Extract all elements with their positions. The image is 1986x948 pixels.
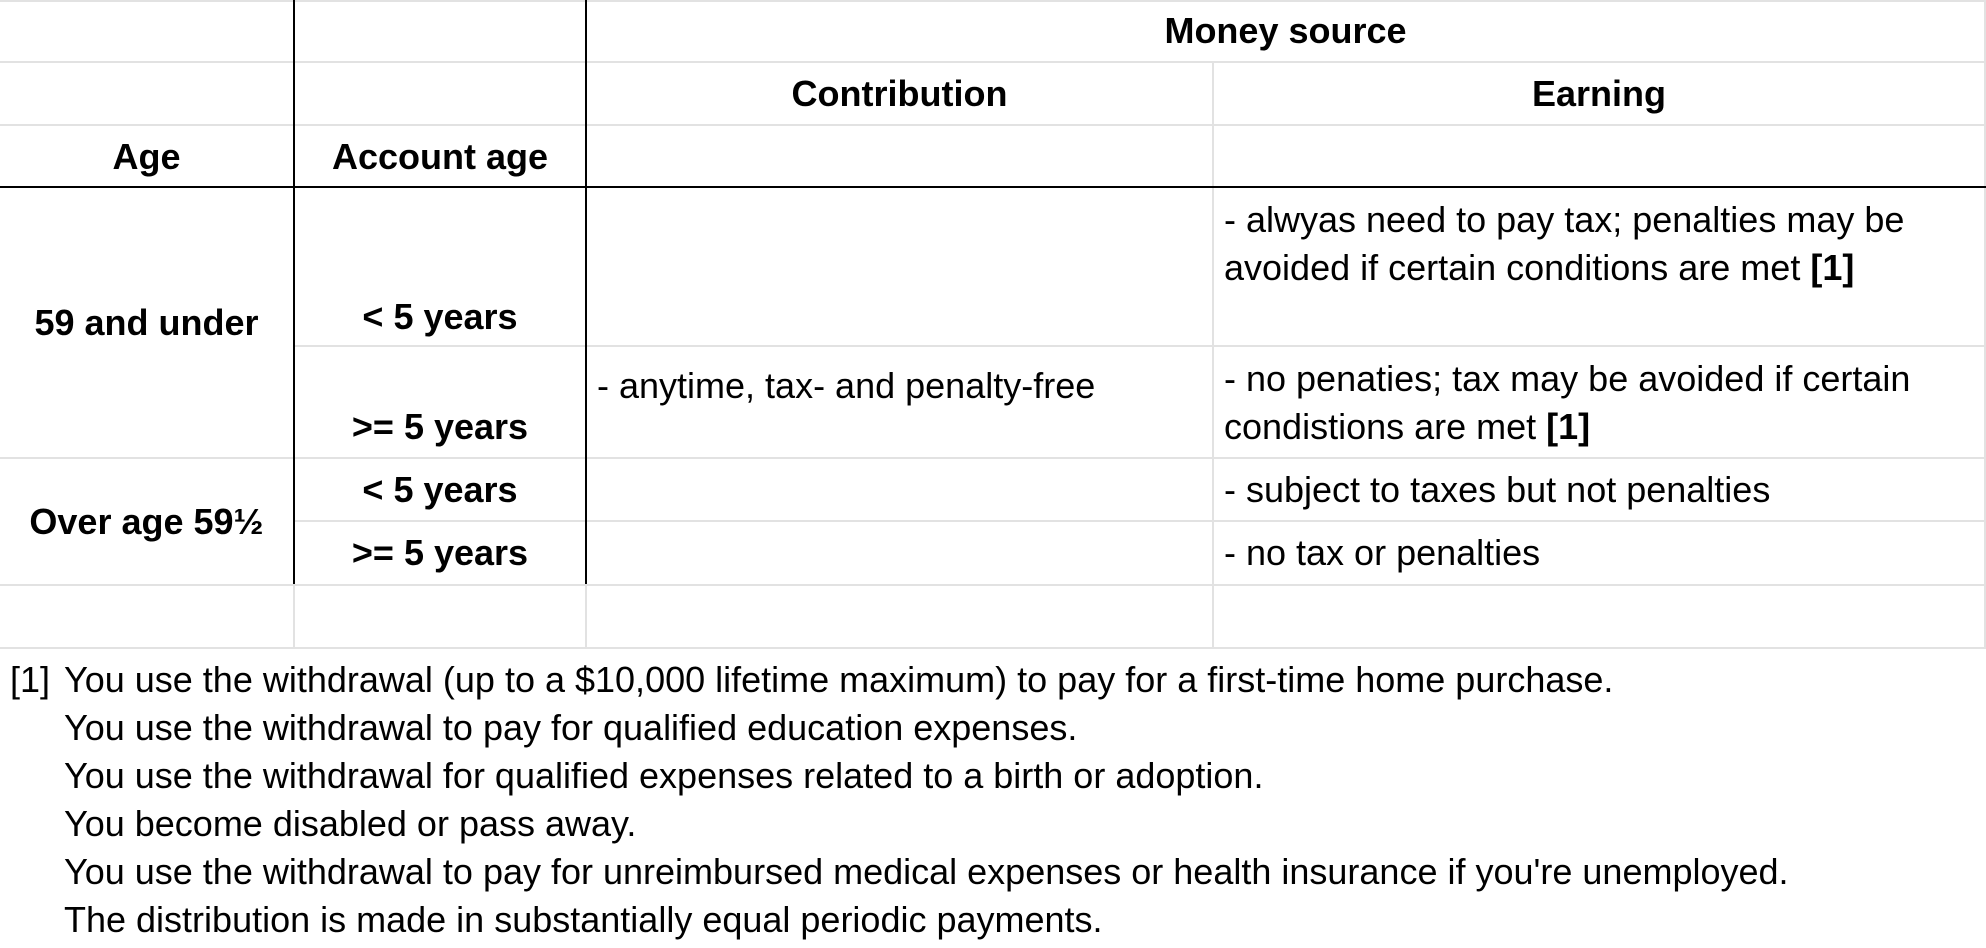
grid-line xyxy=(0,647,1986,649)
spreadsheet-table: Money source Contribution Earning Age Ac… xyxy=(0,0,1986,948)
age-label: 59 and under xyxy=(34,301,259,343)
grid-line xyxy=(0,124,1986,126)
age-label: Over age 59½ xyxy=(29,500,264,542)
footnote-line: You become disabled or pass away. xyxy=(64,803,637,844)
account-age-ge5: >= 5 years xyxy=(351,406,529,447)
grid-line xyxy=(0,0,1986,2)
footnote-line: You use the withdrawal for qualified exp… xyxy=(64,755,1264,796)
footnote-line: You use the withdrawal (up to a $10,000 … xyxy=(64,659,1614,700)
footnote-line: The distribution is made in substantiall… xyxy=(64,899,1103,940)
earning-cell: - no penaties; tax may be avoided if cer… xyxy=(1214,355,1984,451)
header-account-age: Account age xyxy=(331,136,549,177)
grid-line xyxy=(0,61,1986,63)
earning-cell: - no tax or penalties xyxy=(1224,532,1541,573)
grid-line xyxy=(585,584,587,647)
earning-cell: - alwyas need to pay tax; penalties may … xyxy=(1214,196,1984,292)
footnote-marker: [1] xyxy=(10,659,51,700)
age-59-and-under: 59 and under xyxy=(0,188,293,457)
contribution-cell: - anytime, tax- and penalty-free xyxy=(587,188,1212,584)
footnote-line: You use the withdrawal to pay for qualif… xyxy=(64,707,1078,748)
footnote-ref: [1] xyxy=(1546,406,1591,447)
header-money-source: Money source xyxy=(1164,10,1407,51)
account-age-lt5: < 5 years xyxy=(362,469,518,510)
age-over-59: Over age 59½ xyxy=(0,459,293,584)
earning-cell: - subject to taxes but not penalties xyxy=(1224,469,1771,510)
grid-line xyxy=(0,584,1986,586)
account-age-ge5: >= 5 years xyxy=(351,532,529,573)
header-age: Age xyxy=(112,136,181,177)
header-contribution: Contribution xyxy=(791,73,1008,114)
grid-line xyxy=(293,584,295,647)
footnote-ref: [1] xyxy=(1810,247,1855,288)
contribution-text: - anytime, tax- and penalty-free xyxy=(597,365,1096,406)
footnote-line: You use the withdrawal to pay for unreim… xyxy=(64,851,1789,892)
header-earning: Earning xyxy=(1531,73,1666,114)
account-age-lt5: < 5 years xyxy=(362,296,518,337)
earning-text: - alwyas need to pay tax; penalties may … xyxy=(1224,199,1905,288)
